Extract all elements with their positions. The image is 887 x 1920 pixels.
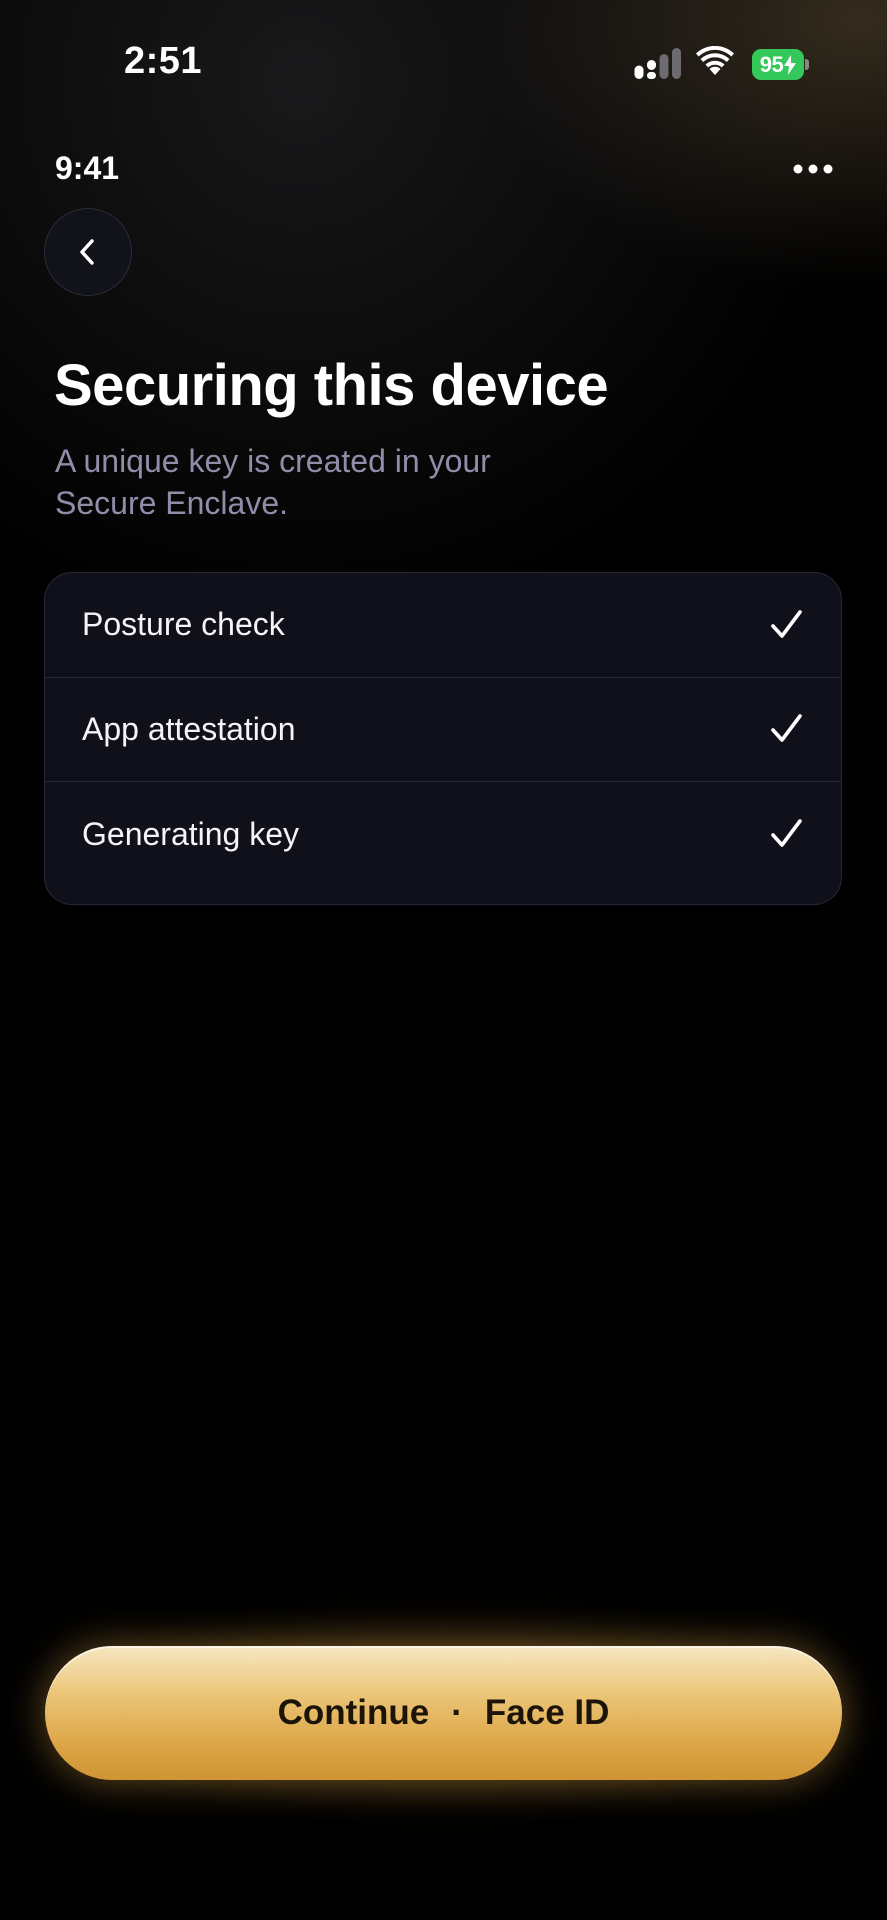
continue-button-method: Face ID (484, 1693, 610, 1732)
continue-button-separator: · (451, 1693, 463, 1732)
checklist-item-app-attestation: App attestation (45, 678, 841, 782)
wifi-icon (696, 46, 734, 75)
status-time: 2:51 (124, 40, 203, 82)
checkmark-icon (771, 714, 802, 743)
status-bar: 2:51 95 (0, 0, 887, 130)
checklist-item-label: Generating key (82, 815, 300, 852)
page-title: Securing this device (54, 353, 609, 418)
device-security-screen: 2:51 95 9:41 Securing this device A uniq… (0, 0, 887, 1920)
checklist-item-label: Posture check (82, 606, 285, 643)
security-checklist: Posture check App attestation Generating… (44, 572, 842, 905)
checklist-item-label: App attestation (82, 710, 296, 747)
chevron-left-icon (80, 239, 94, 265)
continue-face-id-button[interactable]: Continue · Face ID (45, 1646, 842, 1780)
battery-level: 95 (752, 49, 804, 80)
checkmark-icon (771, 609, 802, 638)
page-subtitle: A unique key is created in your Secure E… (55, 443, 491, 521)
checkmark-icon (771, 819, 802, 848)
checklist-item-generating-key: Generating key (45, 782, 841, 887)
checklist-item-posture-check: Posture check (45, 573, 841, 678)
app-header-time: 9:41 (55, 150, 120, 186)
battery-cap (805, 59, 809, 70)
charging-bolt-icon (784, 54, 797, 75)
continue-button-label: Continue (277, 1693, 430, 1732)
back-button[interactable] (44, 208, 132, 296)
ellipsis-icon[interactable] (793, 158, 833, 180)
battery-indicator: 95 (752, 49, 809, 80)
cellular-signal-icon (634, 48, 681, 79)
